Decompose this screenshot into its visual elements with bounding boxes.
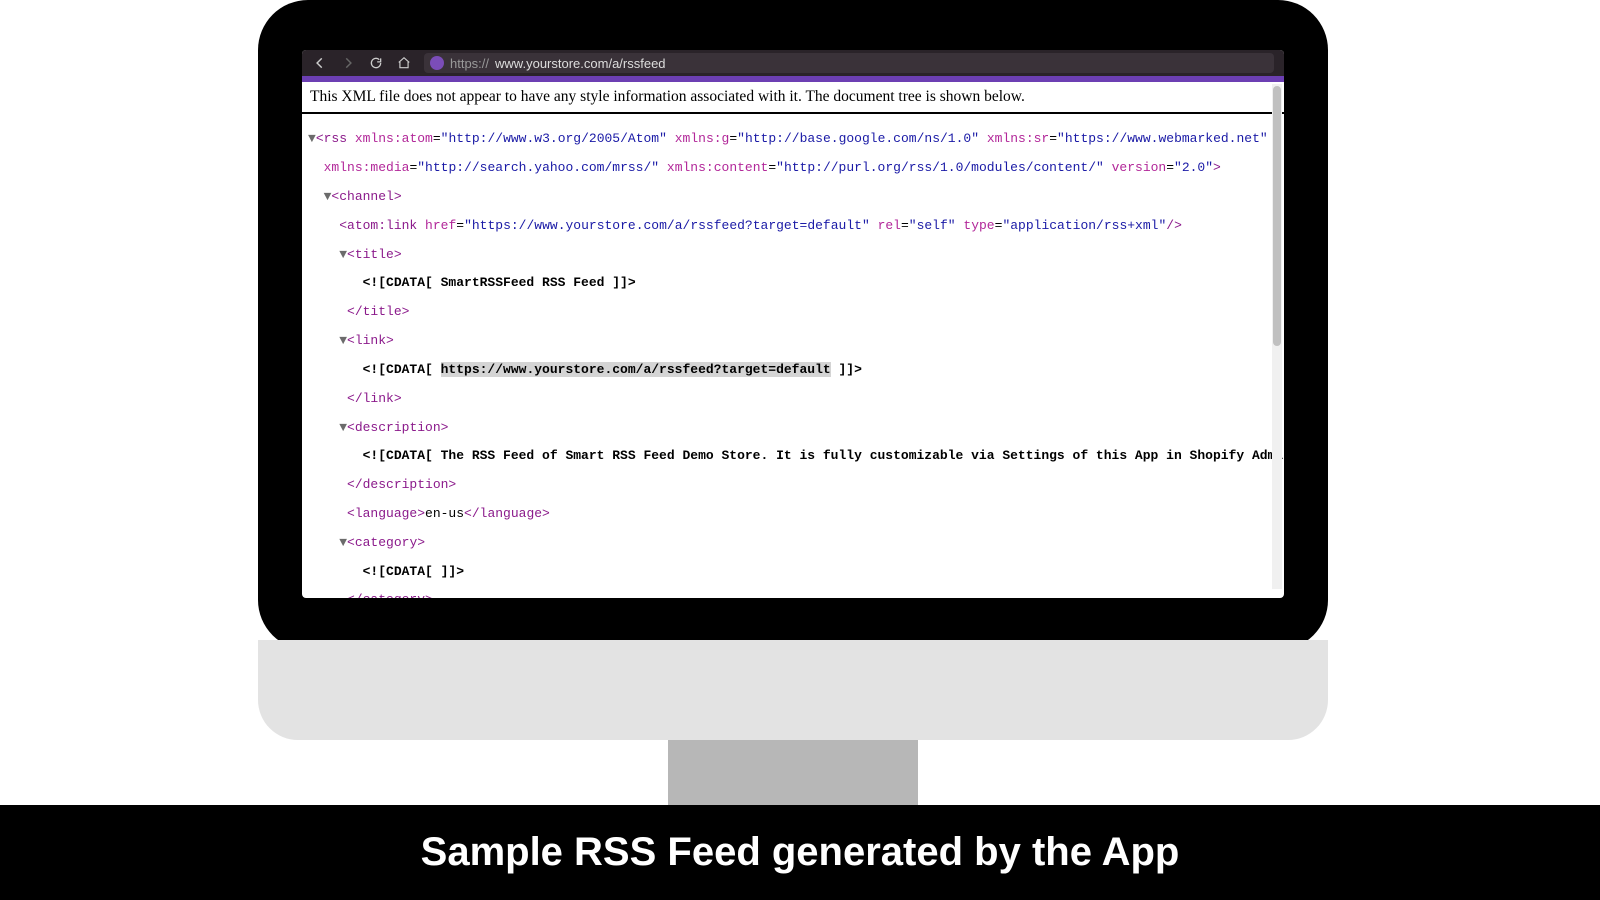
browser-toolbar: https:// www.yourstore.com/a/rssfeed (302, 50, 1284, 76)
caption-bar: Sample RSS Feed generated by the App (0, 805, 1600, 900)
monitor-stand (668, 740, 918, 810)
browser-window: https:// www.yourstore.com/a/rssfeed This… (302, 50, 1284, 598)
forward-icon[interactable] (340, 55, 356, 71)
cdata: <![CDATA[ SmartRSSFeed RSS Feed ]]> (363, 275, 636, 290)
reload-icon[interactable] (368, 55, 384, 71)
monitor-bezel: https:// www.yourstore.com/a/rssfeed This… (258, 0, 1328, 650)
address-bar[interactable]: https:// www.yourstore.com/a/rssfeed (424, 53, 1274, 73)
highlighted-url: https://www.yourstore.com/a/rssfeed?targ… (441, 362, 831, 377)
home-icon[interactable] (396, 55, 412, 71)
url-protocol: https:// (450, 56, 489, 71)
caption-text: Sample RSS Feed generated by the App (421, 830, 1180, 875)
xml-tree: ▼<rss xmlns:atom="http://www.w3.org/2005… (302, 114, 1284, 598)
xml-notice: This XML file does not appear to have an… (302, 82, 1284, 114)
scrollbar[interactable] (1272, 84, 1282, 589)
monitor-chin (258, 640, 1328, 740)
site-identity-icon (430, 56, 444, 70)
back-icon[interactable] (312, 55, 328, 71)
url-text: www.yourstore.com/a/rssfeed (495, 56, 666, 71)
scrollbar-thumb[interactable] (1273, 86, 1281, 346)
